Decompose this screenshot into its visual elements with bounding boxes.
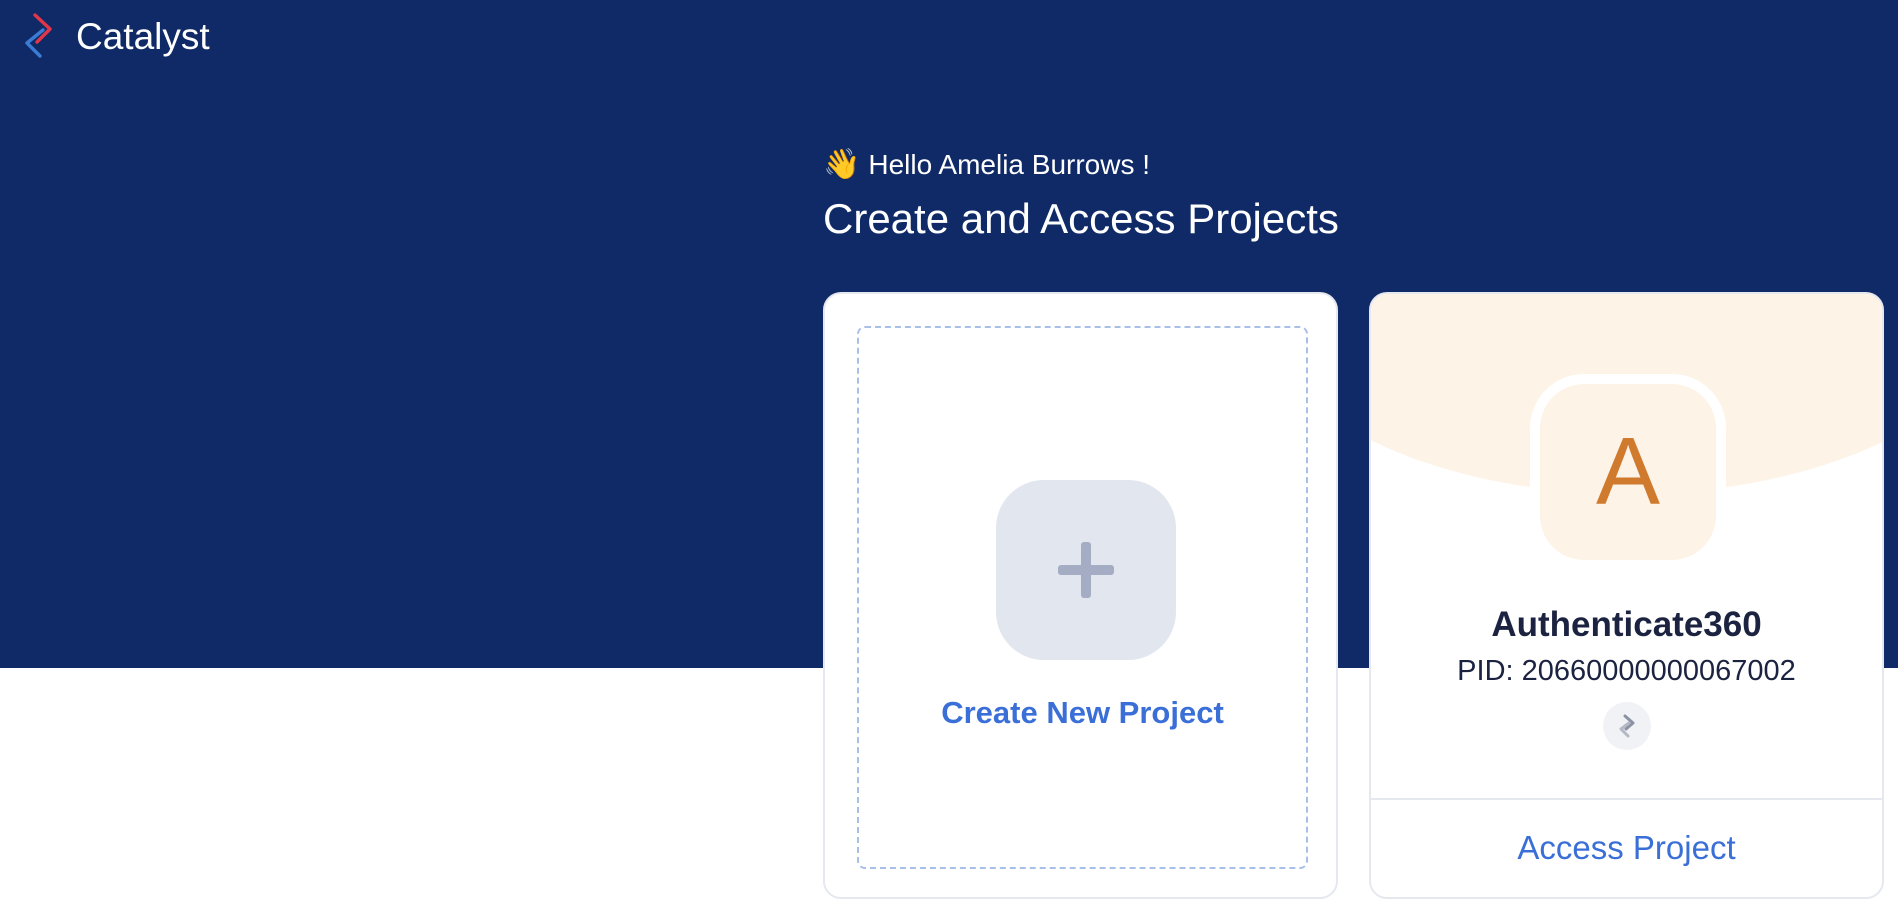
catalyst-service-icon: [1603, 702, 1651, 750]
create-project-dropzone[interactable]: Create New Project: [857, 326, 1308, 869]
project-name: Authenticate360: [1491, 605, 1762, 644]
greeting: 👋 Hello Amelia Burrows !: [823, 148, 1150, 182]
plus-icon[interactable]: [996, 480, 1176, 660]
waving-hand-icon: 👋: [823, 147, 861, 181]
access-project-button[interactable]: Access Project: [1371, 828, 1882, 868]
brand-name: Catalyst: [76, 15, 210, 57]
project-avatar: A: [1540, 384, 1716, 560]
create-new-project-label[interactable]: Create New Project: [859, 694, 1306, 731]
create-project-card[interactable]: Create New Project: [823, 292, 1338, 899]
project-avatar-frame: A: [1530, 374, 1726, 570]
card-divider: [1371, 798, 1882, 800]
project-id: PID: 20660000000067002: [1457, 655, 1796, 687]
project-card[interactable]: A Authenticate360 PID: 20660000000067002…: [1369, 292, 1884, 899]
page-title: Create and Access Projects: [823, 195, 1339, 242]
greeting-text: Hello Amelia Burrows !: [868, 149, 1151, 180]
brand-header[interactable]: Catalyst: [18, 12, 210, 60]
catalyst-logo-icon: [25, 13, 52, 58]
